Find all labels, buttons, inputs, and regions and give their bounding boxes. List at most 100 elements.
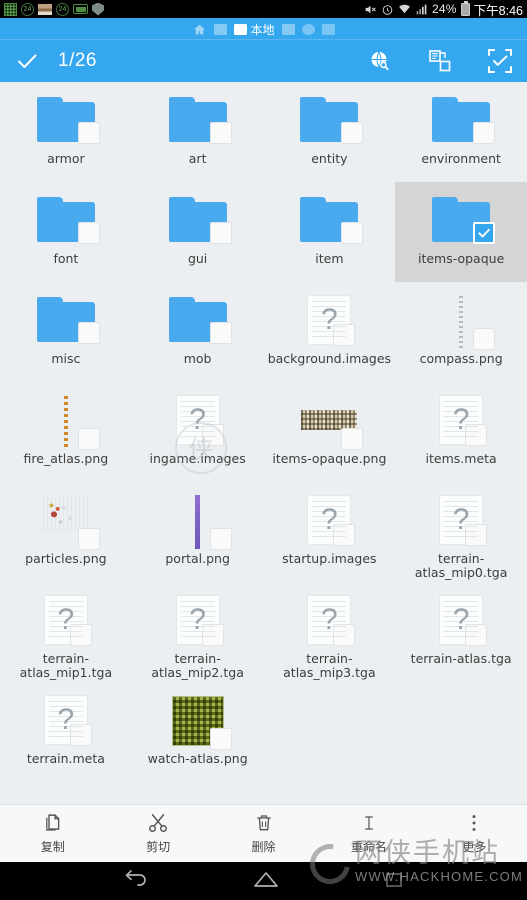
tab-strip[interactable]: 本地 — [0, 18, 527, 40]
battery-saver-icon — [73, 4, 88, 14]
grid-item-file[interactable]: ? ingame.images — [132, 382, 264, 482]
bottom-action-copy[interactable]: 复制 — [0, 812, 105, 855]
item-label: background.images — [267, 351, 392, 366]
grid-item-folder[interactable]: items-opaque — [395, 182, 527, 282]
status-bar-right-icons: 24% 下午8:46 — [364, 0, 523, 19]
item-thumbnail: ? — [37, 592, 95, 648]
grid-item-file[interactable]: ? terrain-atlas_mip3.tga — [264, 582, 396, 682]
folder-icon — [300, 97, 364, 144]
item-thumbnail — [168, 92, 232, 148]
item-label: entity — [311, 151, 348, 166]
grid-item-file[interactable]: ? terrain-atlas_mip2.tga — [132, 582, 264, 682]
unknown-file-icon: ? — [43, 595, 92, 646]
question-mark-glyph: ? — [57, 603, 75, 636]
tab-5[interactable] — [301, 23, 315, 35]
tab-2[interactable] — [214, 23, 228, 35]
image-thumbnail — [301, 410, 358, 430]
grid-item-folder[interactable]: item — [264, 182, 396, 282]
battery-percent-label: 24% — [432, 2, 457, 16]
item-thumbnail: ? — [432, 592, 490, 648]
grid-item-file[interactable]: compass.png — [395, 282, 527, 382]
unknown-file-icon: ? — [175, 595, 224, 646]
item-checkbox[interactable] — [209, 222, 232, 244]
bottom-action-trash[interactable]: 删除 — [211, 812, 316, 855]
checkmark-icon[interactable] — [14, 48, 40, 74]
item-label: ingame.images — [149, 451, 246, 466]
bottom-action-text-cursor[interactable]: 重命名 — [316, 812, 421, 855]
grid-item-file[interactable]: ? terrain-atlas_mip1.tga — [0, 582, 132, 682]
folder-icon — [36, 97, 100, 144]
grid-item-file[interactable]: portal.png — [132, 482, 264, 582]
tab-local-label: 本地 — [250, 22, 275, 37]
item-thumbnail — [36, 192, 100, 248]
wifi-icon — [399, 4, 410, 13]
home-button-icon[interactable] — [251, 869, 281, 896]
grid-item-file[interactable]: ? terrain-atlas.tga — [395, 582, 527, 682]
grid-item-folder[interactable]: misc — [0, 282, 132, 382]
item-checkbox[interactable] — [209, 322, 232, 344]
back-arrow-icon[interactable] — [121, 869, 151, 896]
tab-6[interactable] — [321, 23, 335, 35]
item-thumbnail — [432, 92, 496, 148]
item-checkbox[interactable] — [473, 328, 496, 350]
question-mark-glyph: ? — [321, 603, 338, 636]
question-mark-glyph: ? — [321, 303, 338, 336]
folder-icon — [36, 297, 100, 344]
android-nav-bar[interactable] — [0, 862, 527, 900]
grid-item-file[interactable]: fire_atlas.png — [0, 382, 132, 482]
item-checkbox[interactable] — [77, 528, 100, 550]
grid-item-folder[interactable]: entity — [264, 82, 396, 182]
grid-item-file[interactable]: items-opaque.png — [264, 382, 396, 482]
item-checkbox[interactable] — [341, 122, 364, 144]
home-icon[interactable] — [192, 23, 207, 36]
recents-icon[interactable] — [381, 869, 407, 896]
item-checkbox[interactable] — [77, 222, 100, 244]
item-checkbox[interactable] — [77, 122, 100, 144]
file-grid[interactable]: armor art entity environment font gui item item… — [0, 82, 527, 804]
item-label: watch-atlas.png — [147, 751, 248, 766]
item-checkbox-checked[interactable] — [473, 222, 496, 244]
clock-label: 下午8:46 — [473, 3, 523, 18]
bottom-action-toolbar[interactable]: 复制 剪切 删除 重命名 更多 网侠手机站 WWW.HACKHOME.COM — [0, 804, 527, 892]
item-checkbox[interactable] — [77, 428, 100, 450]
question-mark-glyph: ? — [57, 703, 75, 736]
item-checkbox[interactable] — [209, 728, 232, 750]
grid-item-folder[interactable]: gui — [132, 182, 264, 282]
grid-item-folder[interactable]: mob — [132, 282, 264, 382]
grid-item-file[interactable]: ? items.meta — [395, 382, 527, 482]
unknown-file-icon: ? — [307, 595, 356, 646]
action-bar-buttons — [367, 48, 513, 74]
grid-item-file[interactable]: ? terrain-atlas_mip0.tga — [395, 482, 527, 582]
item-checkbox[interactable] — [209, 122, 232, 144]
copy-icon — [42, 812, 63, 834]
unknown-file-icon: ? — [175, 395, 224, 446]
item-checkbox[interactable] — [77, 322, 100, 344]
item-label: compass.png — [419, 351, 503, 366]
tab-4[interactable] — [281, 23, 295, 35]
item-label: font — [53, 251, 79, 266]
item-checkbox[interactable] — [341, 428, 364, 450]
grid-item-file[interactable]: ? startup.images — [264, 482, 396, 582]
tab-local-active[interactable]: 本地 — [234, 21, 275, 38]
select-all-icon[interactable] — [487, 48, 513, 74]
grid-item-folder[interactable]: font — [0, 182, 132, 282]
bottom-action-label: 更多 — [462, 840, 487, 854]
bottom-action-scissors[interactable]: 剪切 — [105, 812, 210, 855]
grid-item-file[interactable]: watch-atlas.png — [132, 682, 264, 782]
item-label: terrain-atlas_mip3.tga — [283, 651, 376, 680]
question-mark-glyph: ? — [321, 503, 338, 536]
grid-item-file[interactable]: particles.png — [0, 482, 132, 582]
grid-item-folder[interactable]: art — [132, 82, 264, 182]
copy-paste-icon[interactable] — [427, 48, 453, 74]
item-checkbox[interactable] — [473, 122, 496, 144]
selection-count-label: 1/26 — [58, 50, 97, 71]
grid-item-file[interactable]: ? terrain.meta — [0, 682, 132, 782]
grid-item-folder[interactable]: environment — [395, 82, 527, 182]
folder-icon — [168, 297, 232, 344]
search-globe-icon[interactable] — [367, 48, 393, 74]
bottom-action-overflow-menu[interactable]: 更多 — [422, 812, 527, 855]
grid-item-folder[interactable]: armor — [0, 82, 132, 182]
item-checkbox[interactable] — [209, 528, 232, 550]
item-checkbox[interactable] — [341, 222, 364, 244]
grid-item-file[interactable]: ? background.images — [264, 282, 396, 382]
